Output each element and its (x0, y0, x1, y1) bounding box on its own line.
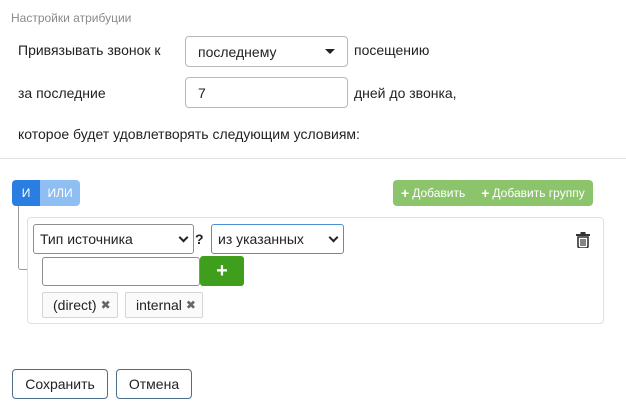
period-label: за последние (18, 85, 106, 101)
help-icon[interactable]: ? (195, 231, 204, 247)
visit-suffix-label: посещению (354, 42, 430, 58)
value-tag-label: internal (136, 297, 182, 313)
plus-icon: + (401, 185, 410, 201)
add-group-button[interactable]: + Добавить группу (473, 180, 593, 206)
plus-icon: + (481, 185, 490, 201)
field-select[interactable]: Тип источника (33, 224, 194, 254)
add-group-label: Добавить группу (492, 186, 585, 200)
caret-down-icon (325, 49, 335, 54)
attach-call-label: Привязывать звонок к (18, 42, 161, 58)
conditions-label: которое будет удовлетворять следующим ус… (18, 126, 360, 142)
field-select-value: Тип источника (40, 231, 133, 247)
cancel-button[interactable]: Отмена (116, 369, 192, 399)
visit-select-value: последнему (198, 43, 277, 60)
close-icon[interactable]: ✖ (186, 298, 196, 312)
value-input[interactable] (42, 257, 200, 286)
logic-toggle: И ИЛИ (12, 180, 80, 206)
days-suffix-label: дней до звонка, (354, 85, 457, 101)
add-rule-button[interactable]: + Добавить (393, 180, 474, 206)
section-title: Настройки атрибуции (11, 11, 132, 25)
logic-and-button[interactable]: И (12, 180, 40, 206)
add-actions: + Добавить + Добавить группу (393, 180, 593, 206)
value-tag: internal ✖ (125, 292, 203, 318)
days-input[interactable]: 7 (185, 77, 348, 108)
operator-select-value: из указанных (218, 231, 304, 247)
visit-select[interactable]: последнему (185, 36, 348, 67)
add-value-button[interactable]: + (200, 256, 244, 286)
close-icon[interactable]: ✖ (101, 298, 111, 312)
trash-icon[interactable] (576, 232, 590, 248)
save-button[interactable]: Сохранить (12, 369, 108, 399)
days-input-value: 7 (198, 84, 206, 101)
add-rule-label: Добавить (412, 186, 466, 200)
chevron-down-icon (328, 232, 339, 242)
logic-or-button[interactable]: ИЛИ (40, 180, 80, 206)
operator-select[interactable]: из указанных (211, 224, 344, 254)
value-tag: (direct) ✖ (42, 292, 118, 318)
plus-icon: + (216, 259, 228, 282)
chevron-down-icon (178, 232, 189, 242)
divider (0, 158, 626, 159)
value-tag-label: (direct) (53, 297, 97, 313)
